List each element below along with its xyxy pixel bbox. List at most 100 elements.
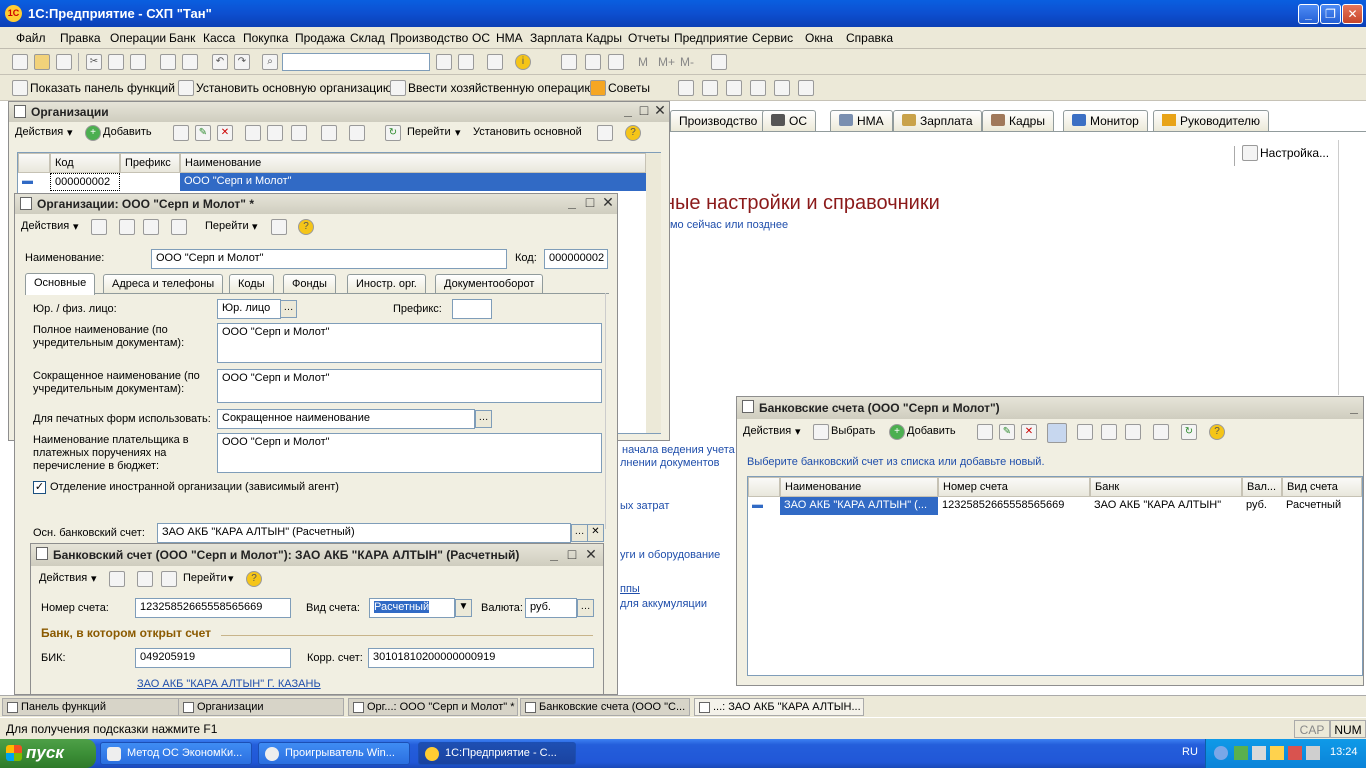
- goto-icon[interactable]: [171, 219, 187, 235]
- copy-icon[interactable]: [108, 54, 124, 70]
- panel-link-equipment[interactable]: уги и оборудование: [620, 549, 720, 561]
- org-list-actions-arrow[interactable]: ▾: [67, 126, 73, 139]
- menu-cash[interactable]: Касса: [203, 31, 235, 45]
- tab-codes[interactable]: Коды: [229, 274, 274, 294]
- bank-form-goto-arrow[interactable]: ▾: [228, 572, 234, 585]
- memory-m-minus[interactable]: M-: [680, 55, 694, 69]
- currency-field[interactable]: руб.: [525, 598, 577, 618]
- start-button[interactable]: пуск: [0, 739, 96, 768]
- print-form-select-button[interactable]: …: [475, 410, 492, 428]
- currency-select-button[interactable]: …: [577, 599, 594, 617]
- windowbar-bank-list[interactable]: Банковские счета (ООО "С...: [520, 698, 690, 716]
- journal-icon-6[interactable]: [798, 80, 814, 96]
- copy-item-icon[interactable]: [173, 125, 189, 141]
- find-next-icon[interactable]: [436, 54, 452, 70]
- tray-network-icon[interactable]: [1234, 746, 1248, 760]
- help-icon[interactable]: ?: [246, 571, 262, 587]
- payer-name-field[interactable]: ООО "Серп и Молот": [217, 433, 602, 473]
- menu-salary[interactable]: Зарплата: [530, 31, 583, 45]
- calculator-icon[interactable]: [561, 54, 577, 70]
- bank-form-minimize[interactable]: _: [547, 547, 561, 562]
- org-code-field[interactable]: 000000002: [544, 249, 608, 269]
- org-form-minimize[interactable]: _: [565, 195, 579, 210]
- tab-funds[interactable]: Фонды: [283, 274, 336, 294]
- bank-list-minimize[interactable]: _: [1347, 400, 1361, 415]
- structure-icon[interactable]: [349, 125, 365, 141]
- help-icon[interactable]: ?: [1209, 424, 1225, 440]
- journal-icon-1[interactable]: [678, 80, 694, 96]
- tab-foreign[interactable]: Иностр. орг.: [347, 274, 426, 294]
- windowbar-bank-form[interactable]: ...: ЗАО АКБ "КАРА АЛТЫН...: [694, 698, 864, 716]
- redo-icon[interactable]: ↷: [234, 54, 250, 70]
- bank-list-titlebar[interactable]: Банковские счета (ООО "Серп и Молот") _: [737, 397, 1363, 419]
- tools-icon[interactable]: [711, 54, 727, 70]
- search-icon[interactable]: ⌕: [262, 54, 278, 70]
- menu-fixed-assets[interactable]: ОС: [472, 31, 490, 45]
- minimize-button[interactable]: _: [1298, 4, 1319, 24]
- menu-intangibles[interactable]: НМА: [496, 31, 523, 45]
- bank-form-maximize[interactable]: □: [565, 547, 579, 562]
- tray-security-icon[interactable]: [1288, 746, 1302, 760]
- bank-col-number[interactable]: Номер счета: [938, 477, 1090, 497]
- account-type-dropdown-arrow[interactable]: ▼: [455, 599, 472, 617]
- tab-director[interactable]: Руководителю: [1153, 110, 1270, 131]
- show-panel-button[interactable]: Показать панель функций: [30, 81, 175, 95]
- org-form-maximize[interactable]: □: [583, 195, 597, 210]
- set-main-org-button[interactable]: Установить основную организацию: [196, 81, 392, 95]
- refresh-icon[interactable]: ↻: [385, 125, 401, 141]
- table-row[interactable]: ▬ 000000002 ООО "Серп и Молот": [18, 173, 646, 193]
- bank-col-type[interactable]: Вид счета: [1282, 477, 1362, 497]
- open-folder-icon[interactable]: [34, 54, 50, 70]
- main-bank-select-button[interactable]: …: [571, 524, 588, 542]
- org-list-maximize[interactable]: □: [637, 103, 651, 118]
- task-1c-enterprise[interactable]: 1С:Предприятие - С...: [418, 742, 576, 765]
- tab-salary[interactable]: Зарплата: [893, 110, 982, 131]
- account-type-select[interactable]: Расчетный: [369, 598, 455, 618]
- form-settings-icon[interactable]: [271, 219, 287, 235]
- filter-list-icon[interactable]: [267, 125, 283, 141]
- save-icon[interactable]: [56, 54, 72, 70]
- panel-link-documents[interactable]: лнении документов: [620, 457, 720, 469]
- menu-windows[interactable]: Окна: [805, 31, 833, 45]
- set-main-button[interactable]: Установить основной: [473, 126, 582, 138]
- task-media-player[interactable]: Проигрыватель Win...: [258, 742, 410, 765]
- memory-m[interactable]: M: [638, 55, 648, 69]
- close-button[interactable]: ✕: [1342, 4, 1363, 24]
- enter-operation-button[interactable]: Ввести хозяйственную операцию: [408, 81, 593, 95]
- windows-icon[interactable]: [487, 54, 503, 70]
- menu-sales[interactable]: Продажа: [295, 31, 345, 45]
- filter-icon[interactable]: [245, 125, 261, 141]
- legal-type-select-button[interactable]: …: [280, 300, 297, 318]
- org-list-add-button[interactable]: Добавить: [103, 126, 152, 138]
- org-form-close[interactable]: ✕: [601, 195, 615, 210]
- windowbar-function-panel[interactable]: Панель функций: [2, 698, 186, 716]
- bank-list-actions-arrow[interactable]: ▾: [795, 425, 801, 438]
- start-subheading[interactable]: ямо сейчас или позднее: [664, 219, 788, 231]
- copy-item-icon[interactable]: [977, 424, 993, 440]
- menu-edit[interactable]: Правка: [60, 31, 101, 45]
- list-settings-icon[interactable]: [597, 125, 613, 141]
- menu-bank[interactable]: Банк: [169, 31, 195, 45]
- paste-icon[interactable]: [130, 54, 146, 70]
- tab-intangibles[interactable]: НМА: [830, 110, 893, 131]
- filter-icon[interactable]: [1077, 424, 1093, 440]
- menu-service[interactable]: Сервис: [752, 31, 793, 45]
- edit-icon[interactable]: ✎: [195, 125, 211, 141]
- bank-form-actions-menu[interactable]: Действия: [39, 572, 87, 584]
- org-form-titlebar[interactable]: Организации: ООО "Серп и Молот" * _ □ ✕: [15, 194, 617, 214]
- tray-warning-icon[interactable]: [1270, 746, 1284, 760]
- panel-link-accounting-start[interactable]: начала ведения учета: [622, 444, 735, 456]
- org-col-prefix[interactable]: Префикс: [120, 153, 180, 173]
- goto-icon[interactable]: [161, 571, 177, 587]
- save-record-icon[interactable]: [91, 219, 107, 235]
- windowbar-organizations[interactable]: Организации: [178, 698, 344, 716]
- legal-type-field[interactable]: Юр. лицо: [217, 299, 281, 319]
- foreign-branch-checkbox[interactable]: ✓: [33, 481, 46, 494]
- title-bar[interactable]: 1С 1С:Предприятие - СХП "Тан" _ ❐ ✕: [0, 0, 1366, 27]
- bank-col-bank[interactable]: Банк: [1090, 477, 1242, 497]
- print-form-field[interactable]: Сокращенное наименование: [217, 409, 475, 429]
- filter-group-icon[interactable]: [291, 125, 307, 141]
- tab-docflow[interactable]: Документооборот: [435, 274, 544, 294]
- save-record-icon[interactable]: [109, 571, 125, 587]
- menu-warehouse[interactable]: Склад: [350, 31, 385, 45]
